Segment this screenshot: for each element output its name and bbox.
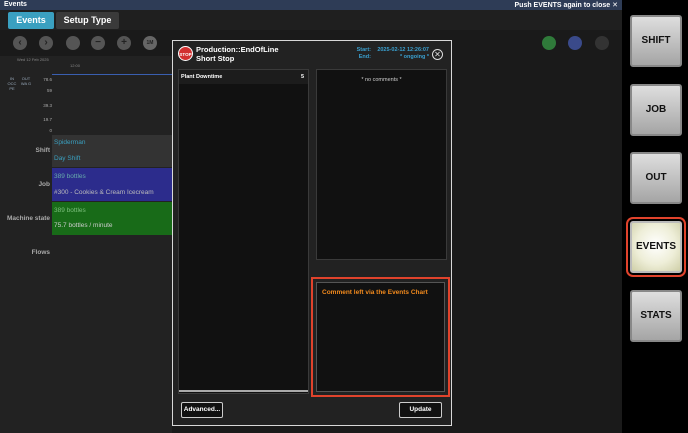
- tab-bar: Events Setup Type: [0, 10, 622, 30]
- y-tick: 0: [49, 128, 52, 133]
- y-tick: 59: [46, 88, 52, 93]
- shift-button[interactable]: SHIFT: [630, 15, 682, 67]
- end-value: * ongoing *: [399, 54, 429, 60]
- out-button[interactable]: OUT: [630, 152, 682, 204]
- title-bar: Events Push EVENTS again to close ✕: [0, 0, 622, 10]
- comments-list: * no comments *: [316, 69, 447, 260]
- row-label-flows: Flows: [31, 249, 50, 256]
- chart-right-area: [452, 56, 622, 433]
- events-button[interactable]: EVENTS: [630, 221, 682, 273]
- comment-input[interactable]: Comment left via the Events Chart: [316, 282, 445, 392]
- stop-icon: STOP: [178, 46, 193, 61]
- chart-date: Wed 12 Feb 2025: [17, 57, 49, 62]
- machine-band-rate: 75.7 bottles / minute: [54, 222, 113, 229]
- event-dialog: STOP Production::EndOfLine Short Stop St…: [172, 40, 452, 426]
- gauge-label-out: OUT WA G: [20, 76, 32, 86]
- row-label-machine-state: Machine state: [7, 215, 50, 222]
- y-tick: 19.7: [43, 117, 52, 122]
- events-chart: Wed 12 Feb 2025 12:00 13:00 IN OCC PE OU…: [0, 56, 528, 433]
- window-title: Events: [4, 1, 27, 8]
- zoom-in-icon[interactable]: +: [117, 36, 131, 50]
- status-icon[interactable]: [542, 36, 556, 50]
- shift-band-type: Day Shift: [54, 155, 81, 162]
- gauge-label-in: IN OCC PE: [7, 76, 17, 91]
- shift-band[interactable]: Spiderman Day Shift: [52, 135, 172, 167]
- reason-count: 5: [300, 74, 304, 80]
- start-value: 2025-02-12 12:26:07: [377, 47, 429, 53]
- y-tick: 78.6: [43, 77, 52, 82]
- job-band-count: 389 bottles: [54, 173, 86, 180]
- close-icon[interactable]: ✕: [432, 49, 443, 60]
- shift-band-name: Spiderman: [54, 139, 86, 146]
- stats-button[interactable]: STATS: [630, 290, 682, 342]
- job-band-name: #300 - Cookies & Cream Icecream: [54, 189, 154, 196]
- globe-icon[interactable]: [568, 36, 582, 50]
- dialog-title-line1: Production::EndOfLine: [196, 45, 279, 54]
- settings-icon[interactable]: [595, 36, 609, 50]
- machine-band-count: 389 bottles: [54, 207, 86, 214]
- machine-state-band[interactable]: 389 bottles 75.7 bottles / minute: [52, 202, 172, 235]
- time-tick: 12:00: [70, 63, 81, 68]
- side-button-column: SHIFT JOB OUT EVENTS STATS: [622, 0, 688, 433]
- comment-highlight: Comment left via the Events Chart: [311, 277, 450, 397]
- chart-series-line: [52, 74, 172, 75]
- row-label-job: Job: [38, 181, 50, 188]
- prev-icon[interactable]: ‹: [13, 36, 27, 50]
- tab-setup-type[interactable]: Setup Type: [56, 12, 119, 29]
- end-label: End:: [358, 54, 371, 60]
- comment-text: Comment left via the Events Chart: [322, 289, 428, 296]
- advanced-button[interactable]: Advanced...: [181, 402, 223, 418]
- zoom-out-icon[interactable]: −: [91, 36, 105, 50]
- y-tick: 39.3: [43, 103, 52, 108]
- start-label: Start:: [356, 47, 371, 53]
- next-icon[interactable]: ›: [39, 36, 53, 50]
- reason-label: Plant Downtime: [181, 74, 223, 80]
- update-button[interactable]: Update: [399, 402, 442, 418]
- job-button[interactable]: JOB: [630, 84, 682, 136]
- reason-item[interactable]: Plant Downtime 5: [179, 70, 308, 84]
- range-button[interactable]: 1M: [143, 36, 157, 50]
- reason-list[interactable]: Plant Downtime 5: [178, 69, 309, 394]
- dialog-title: Production::EndOfLine Short Stop: [196, 45, 279, 63]
- close-hint[interactable]: Push EVENTS again to close ✕: [515, 1, 619, 9]
- home-icon[interactable]: [66, 36, 80, 50]
- row-label-shift: Shift: [35, 147, 50, 154]
- no-comments-text: * no comments *: [361, 77, 402, 83]
- job-band[interactable]: 389 bottles #300 - Cookies & Cream Icecr…: [52, 168, 172, 201]
- tab-events[interactable]: Events: [8, 12, 54, 29]
- reason-scrollbar[interactable]: [179, 390, 308, 392]
- events-app: Events Push EVENTS again to close ✕ Even…: [0, 0, 688, 433]
- dialog-title-line2: Short Stop: [196, 54, 235, 63]
